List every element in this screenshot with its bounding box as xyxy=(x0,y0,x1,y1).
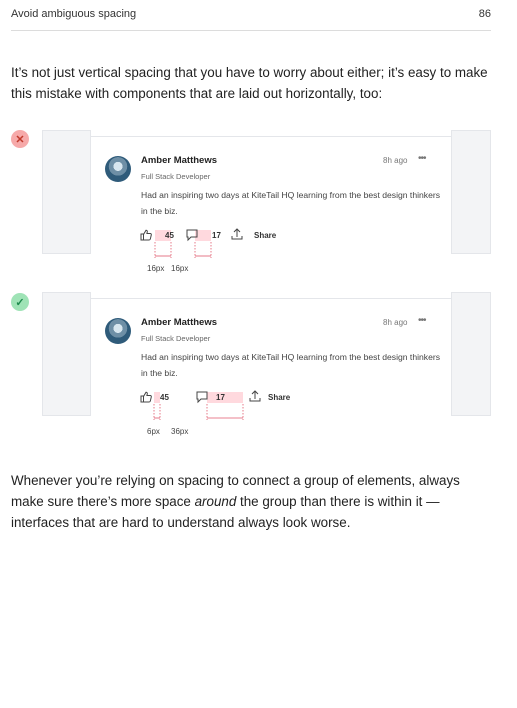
measure-label: 16px xyxy=(147,264,165,273)
bad-example-frame: Amber Matthews Full Stack Developer 8h a… xyxy=(42,130,491,258)
post-card: Amber Matthews Full Stack Developer 8h a… xyxy=(90,292,452,420)
avatar xyxy=(105,318,131,344)
share-icon[interactable] xyxy=(248,389,262,403)
more-options-icon[interactable]: ••• xyxy=(418,315,426,326)
bad-example-badge: ✕ xyxy=(11,130,29,148)
comment-icon[interactable] xyxy=(185,228,199,242)
avatar xyxy=(105,156,131,182)
spacing-highlight xyxy=(207,392,243,403)
good-example-badge: ✓ xyxy=(11,293,29,311)
good-example-frame: Amber Matthews Full Stack Developer 8h a… xyxy=(42,292,491,420)
share-label[interactable]: Share xyxy=(268,393,290,402)
like-icon[interactable] xyxy=(139,228,153,242)
chapter-title: Avoid ambiguous spacing xyxy=(11,8,137,20)
spacing-measure-guides xyxy=(153,404,244,420)
outro-paragraph: Whenever you’re relying on spacing to co… xyxy=(11,470,491,533)
share-label[interactable]: Share xyxy=(254,231,276,240)
author-role: Full Stack Developer xyxy=(141,334,211,343)
running-head: Avoid ambiguous spacing 86 xyxy=(11,7,491,31)
like-count: 45 xyxy=(160,393,169,402)
page-number: 86 xyxy=(478,8,491,20)
author-name: Amber Matthews xyxy=(141,155,218,166)
more-options-icon[interactable]: ••• xyxy=(418,153,426,164)
spacing-measure-guides xyxy=(154,242,212,258)
post-text: Had an inspiring two days at KiteTail HQ… xyxy=(141,352,441,378)
share-icon[interactable] xyxy=(230,227,244,241)
like-count: 45 xyxy=(165,231,174,240)
post-text: Had an inspiring two days at KiteTail HQ… xyxy=(141,190,441,216)
author-name: Amber Matthews xyxy=(141,317,218,328)
like-icon[interactable] xyxy=(139,390,153,404)
post-card: Amber Matthews Full Stack Developer 8h a… xyxy=(90,130,452,258)
post-time: 8h ago xyxy=(383,156,408,165)
outro-emphasis: around xyxy=(194,494,237,509)
measure-label: 16px xyxy=(171,264,189,273)
comment-count: 17 xyxy=(212,231,221,240)
author-role: Full Stack Developer xyxy=(141,172,211,181)
measure-label: 36px xyxy=(171,427,189,436)
post-time: 8h ago xyxy=(383,318,408,327)
comment-icon[interactable] xyxy=(195,390,209,404)
comment-count: 17 xyxy=(216,393,225,402)
measure-label: 6px xyxy=(147,427,160,436)
intro-paragraph: It’s not just vertical spacing that you … xyxy=(11,65,488,101)
